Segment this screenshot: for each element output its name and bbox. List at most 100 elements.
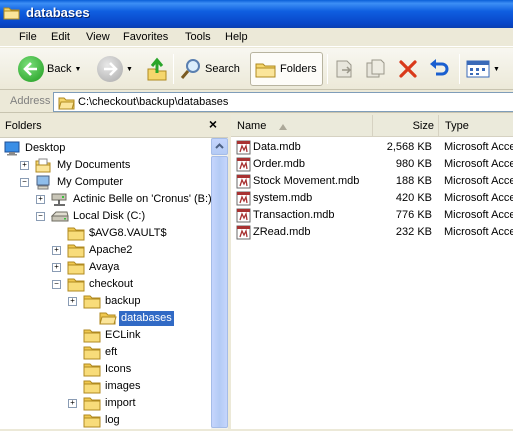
tree-item[interactable]: + Actinic Belle on 'Cronus' (B:) — [0, 191, 212, 208]
expand-icon[interactable]: + — [52, 246, 61, 255]
folder-icon — [3, 7, 20, 20]
scroll-up-button[interactable] — [211, 138, 228, 155]
dropdown-arrow-icon[interactable]: ▼ — [493, 66, 500, 73]
file-name: system.mdb — [253, 192, 313, 204]
tree-item[interactable]: + import — [0, 395, 210, 412]
forward-button[interactable]: ▼ — [97, 52, 133, 86]
file-type: Microsoft Acce — [444, 175, 513, 187]
tree-item-label: $AVG8.VAULT$ — [89, 227, 167, 239]
collapse-icon[interactable]: − — [36, 212, 45, 221]
file-type: Microsoft Acce — [444, 226, 513, 238]
tree-item[interactable]: databases — [0, 310, 210, 327]
column-header-type[interactable]: Type — [439, 115, 513, 137]
sort-ascending-icon — [279, 124, 287, 130]
copy-to-button[interactable] — [364, 52, 386, 86]
file-type: Microsoft Acce — [444, 141, 513, 153]
tree-item[interactable]: − checkout — [0, 276, 210, 293]
search-icon — [180, 59, 200, 79]
forward-arrow-icon — [97, 56, 123, 82]
tree-item-label: import — [105, 397, 136, 409]
folder-icon — [83, 413, 101, 428]
scroll-thumb[interactable] — [211, 156, 228, 428]
tree-item[interactable]: + Avaya — [0, 259, 210, 276]
move-to-button[interactable] — [333, 52, 355, 86]
expand-icon[interactable]: + — [20, 161, 29, 170]
tree-item[interactable]: $AVG8.VAULT$ — [0, 225, 210, 242]
column-header-name[interactable]: Name — [231, 115, 373, 137]
tree-item[interactable]: + backup — [0, 293, 210, 310]
undo-icon — [430, 59, 449, 76]
tree-item[interactable]: Desktop — [0, 140, 210, 157]
menu-view[interactable]: View — [86, 31, 110, 43]
tree-item[interactable]: eft — [0, 344, 210, 361]
file-type: Microsoft Acce — [444, 192, 513, 204]
folders-button[interactable]: Folders — [250, 52, 323, 86]
tree-item[interactable]: − My Computer — [0, 174, 210, 191]
access-database-icon — [236, 225, 251, 240]
menu-file[interactable]: File — [19, 31, 37, 43]
folder-icon — [83, 379, 101, 394]
tree-item-label: images — [105, 380, 141, 392]
open-folder-icon — [99, 311, 117, 326]
file-size: 188 KB — [395, 175, 432, 187]
address-field[interactable]: C:\checkout\backup\databases — [53, 92, 513, 112]
column-header-size[interactable]: Size — [373, 115, 439, 137]
tree-item-label: checkout — [89, 278, 134, 290]
tree-item[interactable]: log — [0, 412, 210, 429]
menu-tools[interactable]: Tools — [185, 31, 211, 43]
tree-item-label: eft — [105, 346, 118, 358]
column-name-label: Name — [237, 120, 267, 132]
chevron-up-icon — [215, 143, 224, 149]
tree-item[interactable]: images — [0, 378, 210, 395]
expand-icon[interactable]: + — [36, 195, 45, 204]
up-folder-icon — [147, 57, 167, 81]
views-button[interactable]: ▼ — [466, 52, 500, 86]
file-size: 776 KB — [395, 209, 432, 221]
file-size: 232 KB — [395, 226, 432, 238]
menu-favorites[interactable]: Favorites — [123, 31, 168, 43]
back-label: Back — [47, 63, 72, 75]
toolbar: Back ▼ ▼ Search Folders ▼ — [0, 48, 513, 90]
dropdown-arrow-icon[interactable]: ▼ — [126, 66, 133, 73]
collapse-icon[interactable]: − — [52, 280, 61, 289]
folders-pane-title: Folders — [5, 120, 42, 132]
title-bar[interactable]: databases — [0, 0, 513, 28]
file-row[interactable]: Transaction.mdb 776 KB Microsoft Acce — [231, 207, 513, 224]
dropdown-arrow-icon[interactable]: ▼ — [74, 66, 81, 73]
tree-scrollbar[interactable] — [211, 138, 228, 429]
folders-pane: Folders × Desktop + My Documents − My Comput… — [0, 115, 228, 429]
access-database-icon — [236, 174, 251, 189]
network-drive-icon — [51, 192, 69, 207]
close-icon[interactable]: × — [206, 116, 220, 134]
file-row[interactable]: system.mdb 420 KB Microsoft Acce — [231, 190, 513, 207]
tree-item[interactable]: ECLink — [0, 327, 210, 344]
search-button[interactable]: Search — [180, 52, 240, 86]
delete-button[interactable] — [397, 52, 419, 86]
tree-item[interactable]: − Local Disk (C:) — [0, 208, 210, 225]
expand-icon[interactable]: + — [52, 263, 61, 272]
tree-item-label: Desktop — [25, 142, 66, 154]
back-button[interactable]: Back ▼ — [18, 52, 81, 86]
undo-button[interactable] — [428, 52, 450, 86]
menu-edit[interactable]: Edit — [51, 31, 70, 43]
expand-icon[interactable]: + — [68, 399, 77, 408]
tree-item[interactable]: + Apache2 — [0, 242, 210, 259]
file-size: 2,568 KB — [386, 141, 432, 153]
up-folder-button[interactable] — [146, 52, 168, 86]
collapse-icon[interactable]: − — [20, 178, 29, 187]
tree-item[interactable]: Icons — [0, 361, 210, 378]
menu-help[interactable]: Help — [225, 31, 248, 43]
local-disk-icon — [50, 209, 69, 224]
my-computer-icon — [35, 175, 53, 190]
file-row[interactable]: Data.mdb 2,568 KB Microsoft Acce — [231, 139, 513, 156]
file-list-pane: Name Size Type Data.mdb 2,568 KB Microsoft… — [231, 115, 513, 429]
tree-item[interactable]: + My Documents — [0, 157, 210, 174]
window-title: databases — [26, 5, 90, 20]
delete-icon — [399, 60, 417, 78]
file-row[interactable]: ZRead.mdb 232 KB Microsoft Acce — [231, 224, 513, 241]
file-row[interactable]: Stock Movement.mdb 188 KB Microsoft Acce — [231, 173, 513, 190]
file-row[interactable]: Order.mdb 980 KB Microsoft Acce — [231, 156, 513, 173]
folder-icon — [83, 328, 101, 343]
tree-item-label: Apache2 — [89, 244, 133, 256]
expand-icon[interactable]: + — [68, 297, 77, 306]
